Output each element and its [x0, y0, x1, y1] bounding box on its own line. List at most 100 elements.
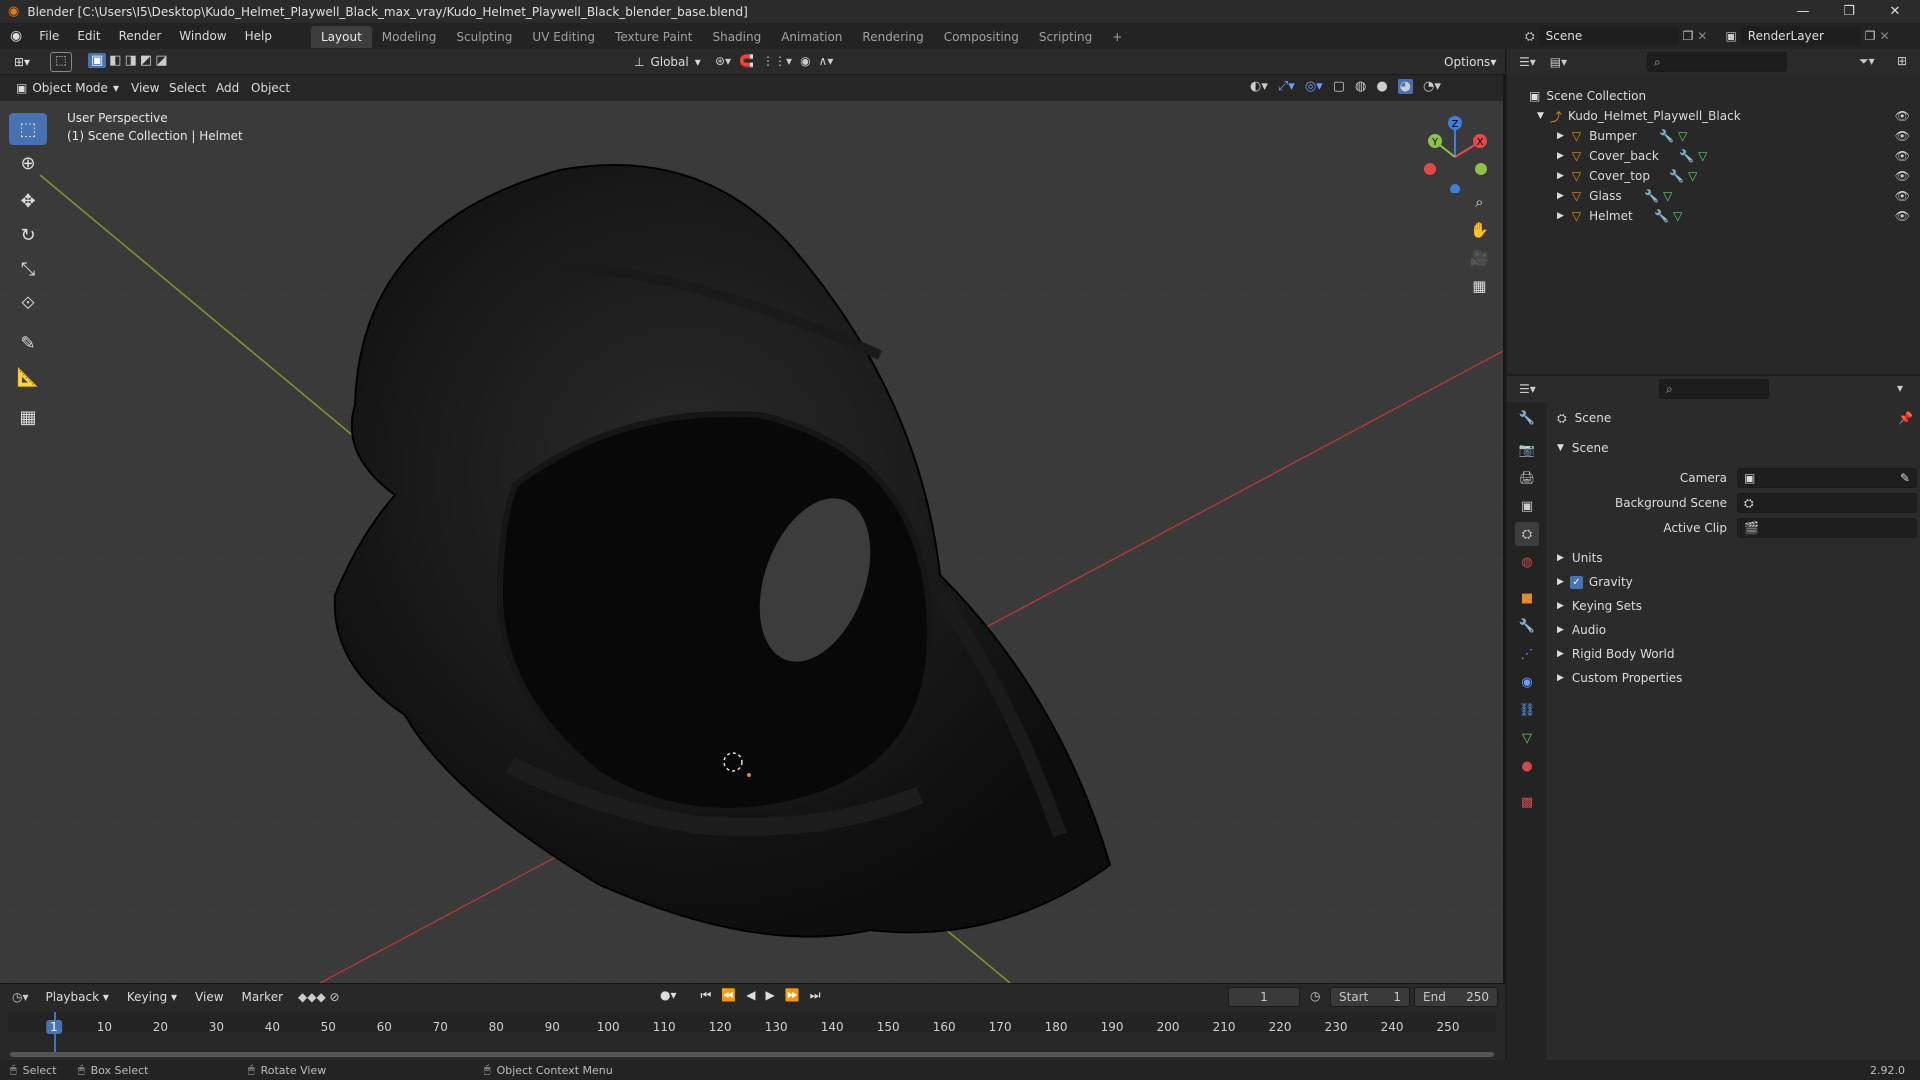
- play-icon[interactable]: ▶: [766, 988, 775, 1003]
- outliner-object-row[interactable]: ▶ ▽ Cover_back 🔧 ▽ 👁: [1507, 146, 1920, 166]
- add-cube-tool[interactable]: ▦: [9, 401, 47, 433]
- background-scene-field[interactable]: ⛭: [1737, 493, 1917, 513]
- annotate-tool[interactable]: ✎: [9, 327, 47, 359]
- visibility-eye-icon[interactable]: 👁: [1895, 169, 1910, 183]
- auto-keying-icon[interactable]: ●▾: [660, 988, 677, 1003]
- xray-icon[interactable]: ▢: [1333, 79, 1345, 94]
- intersect-selection-icon[interactable]: ◪: [155, 53, 167, 68]
- timeline-menu-view[interactable]: View: [186, 984, 232, 1010]
- menu-render[interactable]: Render: [110, 23, 171, 49]
- tab-layout[interactable]: Layout: [310, 26, 372, 48]
- outliner-collection-row[interactable]: ▼ ⤴ Kudo_Helmet_Playwell_Black 👁: [1507, 106, 1920, 126]
- scene-panel-header[interactable]: ▼ Scene: [1557, 437, 1917, 459]
- expand-arrow-icon[interactable]: ▶: [1557, 191, 1564, 201]
- world-properties-tab[interactable]: ◍: [1515, 550, 1539, 574]
- audio-panel-header[interactable]: ▶ Audio: [1557, 619, 1917, 641]
- material-properties-tab[interactable]: ●: [1515, 754, 1539, 778]
- outliner-editor-type-icon[interactable]: ☰▾: [1519, 55, 1536, 69]
- tab-sculpting[interactable]: Sculpting: [446, 26, 522, 48]
- display-mode-icon[interactable]: ▤▾: [1550, 55, 1567, 69]
- overlay-toggle-icon[interactable]: ◎▾: [1305, 79, 1323, 94]
- physics-properties-tab[interactable]: ◉: [1515, 670, 1539, 694]
- snap-icon[interactable]: 🧲: [739, 54, 754, 68]
- keying-sets-panel-header[interactable]: ▶ Keying Sets: [1557, 595, 1917, 617]
- tab-compositing[interactable]: Compositing: [934, 26, 1029, 48]
- visibility-eye-icon[interactable]: 👁: [1895, 109, 1910, 123]
- tool-properties-tab[interactable]: 🔧: [1515, 406, 1539, 430]
- add-workspace-button[interactable]: +: [1102, 26, 1132, 48]
- ortho-toggle-icon[interactable]: ▦: [1472, 277, 1486, 295]
- rendered-shading-icon[interactable]: ◔▾: [1423, 79, 1441, 94]
- transform-tool[interactable]: ⟐: [9, 287, 47, 319]
- snap-target-icon[interactable]: ⋮⋮▾: [762, 54, 792, 68]
- falloff-icon[interactable]: ∧▾: [819, 54, 834, 68]
- play-reverse-icon[interactable]: ◀: [746, 988, 755, 1003]
- properties-editor-type-icon[interactable]: ☰▾: [1519, 382, 1536, 396]
- outliner-object-row[interactable]: ▶ ▽ Cover_top 🔧 ▽ 👁: [1507, 166, 1920, 186]
- units-panel-header[interactable]: ▶ Units: [1557, 547, 1917, 569]
- solid-shading-icon[interactable]: ●: [1376, 79, 1387, 94]
- pan-hand-icon[interactable]: ✋: [1470, 221, 1489, 239]
- menu-window[interactable]: Window: [170, 23, 235, 49]
- visibility-eye-icon[interactable]: 👁: [1895, 189, 1910, 203]
- tab-texture-paint[interactable]: Texture Paint: [605, 26, 702, 48]
- visibility-eye-icon[interactable]: 👁: [1895, 149, 1910, 163]
- playhead[interactable]: [54, 1012, 56, 1056]
- object-properties-tab[interactable]: ■: [1515, 586, 1539, 610]
- cursor-tool[interactable]: ⊕: [9, 147, 47, 179]
- scale-tool[interactable]: ⤡: [9, 253, 47, 285]
- expand-arrow-icon[interactable]: ▼: [1537, 111, 1544, 121]
- particle-properties-tab[interactable]: ⋰: [1515, 642, 1539, 666]
- close-window-button[interactable]: ✕: [1872, 0, 1918, 23]
- new-scene-icon[interactable]: ❐: [1683, 29, 1694, 43]
- menu-edit[interactable]: Edit: [68, 23, 109, 49]
- select-box-tool[interactable]: ⬚: [9, 113, 47, 145]
- new-collection-icon[interactable]: ⊞: [1897, 54, 1907, 68]
- eyedropper-icon[interactable]: ✎: [1900, 471, 1910, 485]
- timeline-menu-playback[interactable]: Playback ▾: [37, 984, 118, 1010]
- visibility-icon[interactable]: ◐▾: [1250, 79, 1268, 94]
- selection-mode-buttons[interactable]: ▣ ◧ ◨ ◩ ◪: [88, 53, 167, 68]
- keyframe-icons[interactable]: ◆◆◆ ⊘: [298, 990, 340, 1004]
- navigation-gizmo[interactable]: Z X Y: [1415, 113, 1495, 193]
- maximize-button[interactable]: ❐: [1826, 0, 1872, 23]
- modifier-properties-tab[interactable]: 🔧: [1515, 614, 1539, 638]
- properties-options-icon[interactable]: ▾: [1897, 381, 1903, 395]
- tab-rendering[interactable]: Rendering: [852, 26, 933, 48]
- pin-icon[interactable]: 📌: [1898, 411, 1913, 425]
- prev-keyframe-icon[interactable]: ⏪: [721, 988, 736, 1003]
- invert-selection-icon[interactable]: ◩: [140, 53, 152, 68]
- wireframe-shading-icon[interactable]: ◍: [1355, 79, 1366, 94]
- timeline-editor-type-icon[interactable]: ◷▾: [12, 990, 29, 1004]
- timeline-menu-marker[interactable]: Marker: [233, 984, 292, 1010]
- next-keyframe-icon[interactable]: ⏩: [785, 988, 800, 1003]
- gizmo-toggle-icon[interactable]: ⤢▾: [1278, 79, 1295, 94]
- render-properties-tab[interactable]: 📷: [1515, 438, 1539, 462]
- zoom-icon[interactable]: ⌕: [1475, 193, 1483, 211]
- viewport-menu-object[interactable]: Object: [242, 75, 299, 101]
- texture-properties-tab[interactable]: ▩: [1515, 790, 1539, 814]
- start-frame-field[interactable]: Start 1: [1330, 987, 1410, 1007]
- timeline-scrollbar[interactable]: [10, 1052, 1494, 1057]
- new-view-layer-icon[interactable]: ❐: [1865, 29, 1876, 43]
- 3d-viewport[interactable]: ▣ Object Mode ▾ View Select Add Object ◐▾ …: [0, 75, 1505, 983]
- jump-start-icon[interactable]: ⏮: [701, 988, 712, 1003]
- blender-menu-icon[interactable]: ◉: [10, 28, 22, 44]
- outliner-object-row[interactable]: ▶ ▽ Helmet 🔧 ▽ 👁: [1507, 206, 1920, 226]
- view-layer-selector[interactable]: RenderLayer: [1740, 26, 1861, 46]
- camera-view-icon[interactable]: 🎥: [1470, 249, 1489, 267]
- output-properties-tab[interactable]: 🖨: [1515, 466, 1539, 490]
- menu-file[interactable]: File: [30, 23, 68, 49]
- filter-icon[interactable]: ⏷▾: [1859, 54, 1875, 69]
- rotate-tool[interactable]: ↻: [9, 219, 47, 251]
- delete-view-layer-icon[interactable]: ✕: [1880, 29, 1890, 43]
- camera-field[interactable]: ▣ ✎: [1737, 468, 1917, 488]
- rigid-body-world-panel-header[interactable]: ▶ Rigid Body World: [1557, 643, 1917, 665]
- expand-arrow-icon[interactable]: ▶: [1557, 211, 1564, 221]
- expand-arrow-icon[interactable]: ▶: [1557, 131, 1564, 141]
- custom-properties-panel-header[interactable]: ▶ Custom Properties: [1557, 667, 1917, 689]
- tab-uv-editing[interactable]: UV Editing: [522, 26, 605, 48]
- menu-help[interactable]: Help: [236, 23, 281, 49]
- gravity-checkbox[interactable]: ✓: [1569, 575, 1583, 589]
- material-shading-icon[interactable]: ◕: [1397, 79, 1414, 94]
